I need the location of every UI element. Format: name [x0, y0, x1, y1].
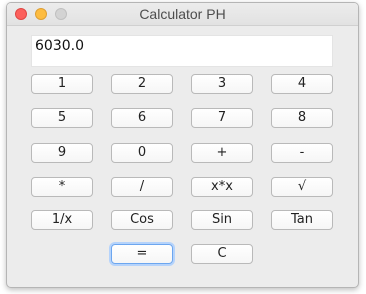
result-display-field[interactable]: 6030.0 [31, 35, 333, 67]
square-root-button[interactable]: √ [271, 177, 333, 197]
cos-button[interactable]: Cos [111, 210, 173, 230]
digit-5-button[interactable]: 5 [31, 108, 93, 128]
digit-8-button[interactable]: 8 [271, 108, 333, 128]
window-title: Calculator PH [139, 6, 226, 22]
plus-button[interactable]: + [191, 143, 253, 163]
multiply-button[interactable]: * [31, 177, 93, 197]
calculator-window: Calculator PH 6030.0 1 2 3 4 5 6 7 8 9 0… [6, 2, 359, 288]
sin-button[interactable]: Sin [191, 210, 253, 230]
minus-button[interactable]: - [271, 143, 333, 163]
digit-3-button[interactable]: 3 [191, 74, 253, 94]
digit-2-button[interactable]: 2 [111, 74, 173, 94]
digit-1-button[interactable]: 1 [31, 74, 93, 94]
digit-9-button[interactable]: 9 [31, 143, 93, 163]
digit-7-button[interactable]: 7 [191, 108, 253, 128]
divide-button[interactable]: / [111, 177, 173, 197]
tan-button[interactable]: Tan [271, 210, 333, 230]
equals-button[interactable]: = [111, 244, 173, 264]
digit-4-button[interactable]: 4 [271, 74, 333, 94]
digit-6-button[interactable]: 6 [111, 108, 173, 128]
clear-button[interactable]: C [191, 244, 253, 264]
reciprocal-button[interactable]: 1/x [31, 210, 93, 230]
title-bar[interactable]: Calculator PH [7, 3, 358, 26]
square-button[interactable]: x*x [191, 177, 253, 197]
digit-0-button[interactable]: 0 [111, 143, 173, 163]
